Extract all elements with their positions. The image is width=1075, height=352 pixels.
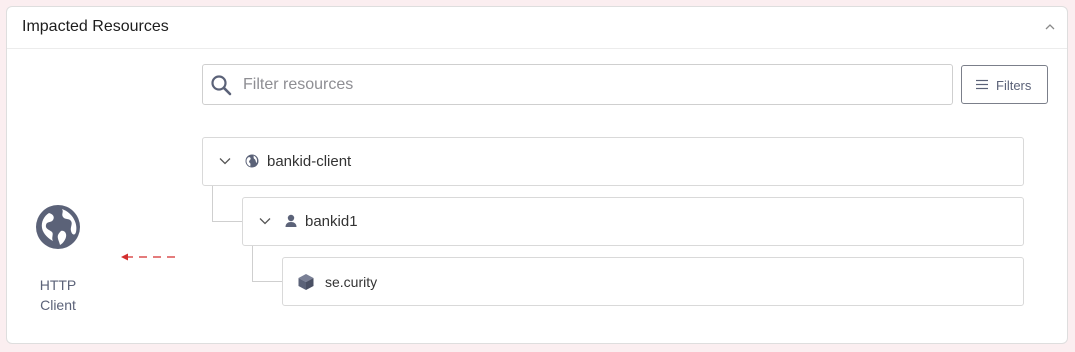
- panel-title: Impacted Resources: [22, 18, 169, 35]
- user-icon: [285, 214, 297, 227]
- chevron-down-icon[interactable]: [259, 217, 271, 225]
- tree-item-se-curity[interactable]: se.curity: [282, 257, 1024, 306]
- tree-connector: [212, 186, 243, 222]
- chevron-up-icon[interactable]: [1043, 20, 1057, 34]
- search-field[interactable]: [202, 64, 953, 105]
- tree-item-bankid1[interactable]: bankid1: [242, 197, 1024, 246]
- client-label-line2: Client: [40, 297, 76, 313]
- tree-item-bankid-client[interactable]: bankid-client: [202, 137, 1024, 186]
- search-icon: [211, 75, 232, 96]
- client-label-line1: HTTP: [39, 277, 77, 293]
- filters-button[interactable]: Filters: [961, 65, 1048, 104]
- filters-label: Filters: [996, 78, 1032, 93]
- cube-icon: [298, 274, 314, 290]
- globe-icon: [36, 205, 80, 249]
- search-input[interactable]: [243, 73, 923, 97]
- tree-item-label: bankid1: [305, 213, 358, 230]
- chevron-down-icon[interactable]: [219, 157, 231, 165]
- dashed-arrow-left-icon: [121, 253, 181, 261]
- client-label: HTTP Client: [21, 275, 95, 315]
- globe-icon: [245, 154, 259, 168]
- tree-item-label: se.curity: [325, 274, 378, 290]
- tree-connector: [252, 246, 283, 282]
- tree-item-label: bankid-client: [267, 153, 352, 170]
- sliders-icon: [976, 79, 988, 90]
- panel-header[interactable]: Impacted Resources: [7, 7, 1067, 49]
- impacted-resources-panel: Impacted Resources HTTP Client Filters: [6, 6, 1068, 344]
